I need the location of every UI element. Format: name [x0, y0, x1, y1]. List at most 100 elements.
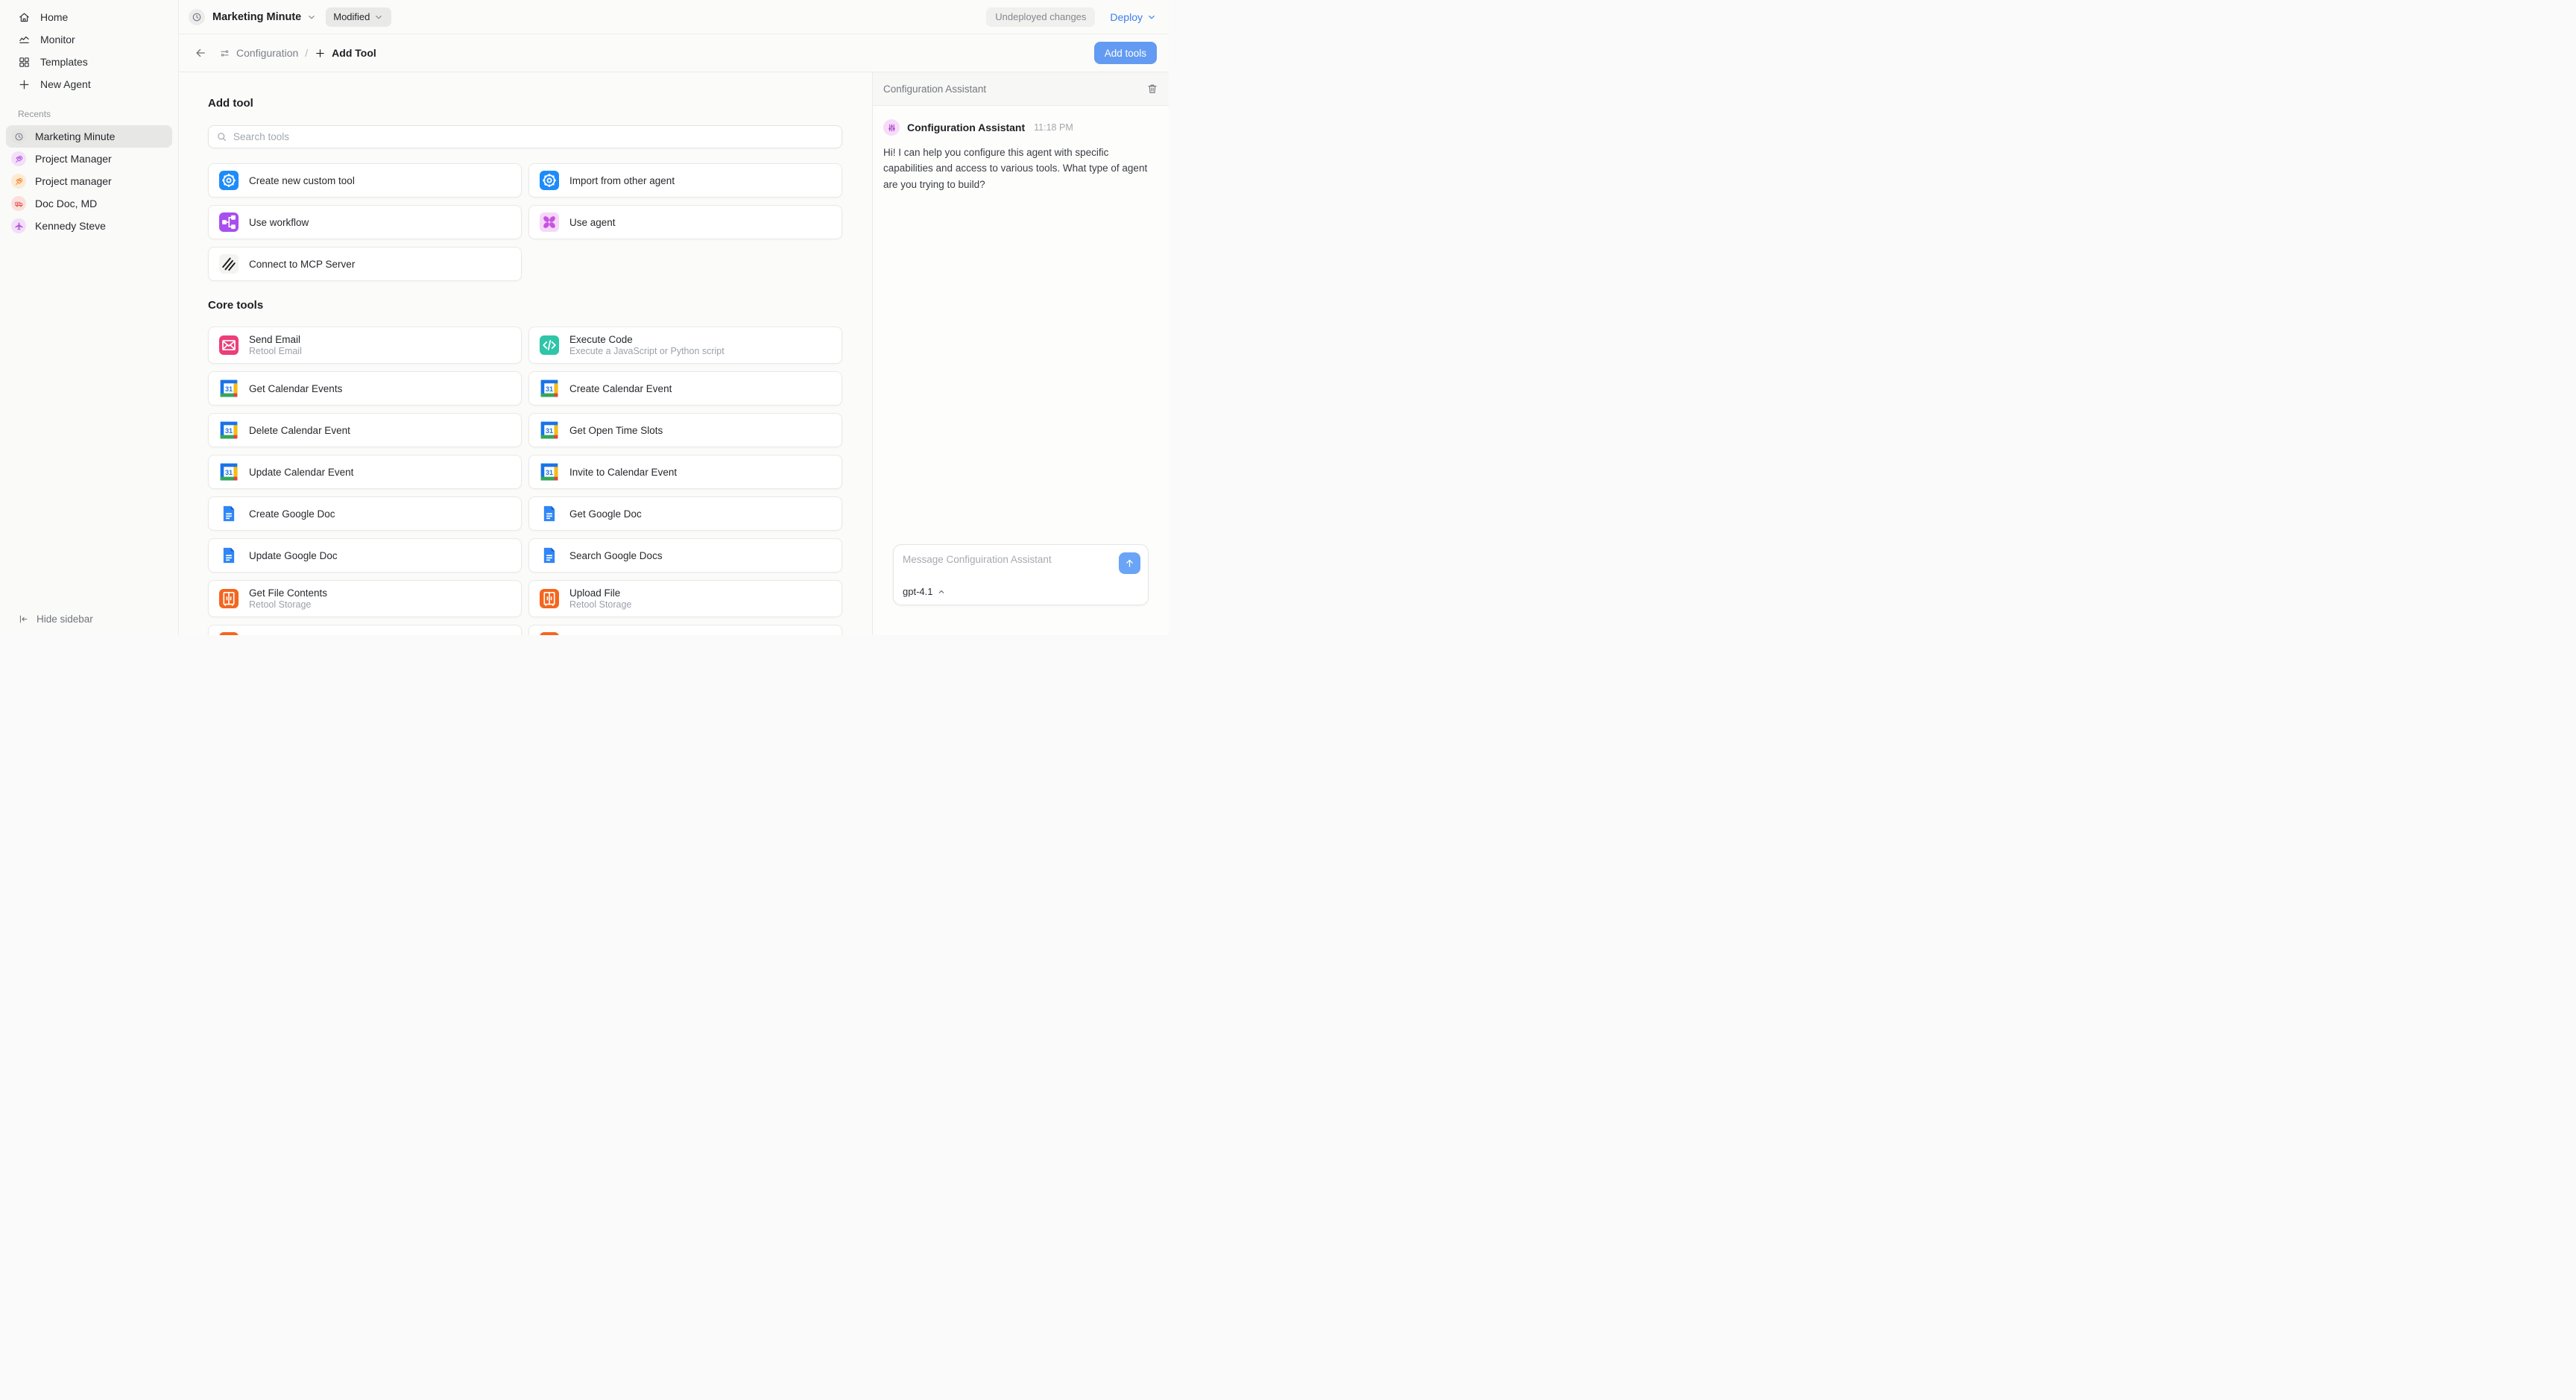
breadcrumb-configuration[interactable]: Configuration: [219, 47, 298, 59]
tool-card-update-calendar-event[interactable]: 31Update Calendar Event: [208, 455, 522, 489]
recent-item-label: Marketing Minute: [35, 130, 115, 142]
tool-card-title: Execute Code: [569, 334, 724, 345]
assistant-avatar: [883, 119, 900, 136]
tool-card-search-google-docs[interactable]: Search Google Docs: [528, 538, 842, 573]
assistant-message-time: 11:18 PM: [1034, 122, 1073, 133]
svg-text:31: 31: [225, 469, 233, 476]
sidebar-item-new-agent[interactable]: New Agent: [0, 73, 178, 95]
tool-card-title: Get Google Doc: [569, 508, 642, 520]
tool-card-get-file-metadata[interactable]: Get File Metadata: [208, 625, 522, 635]
recent-item-kennedy-steve[interactable]: Kennedy Steve: [6, 215, 172, 237]
model-selector[interactable]: gpt-4.1: [903, 586, 946, 597]
monitor-icon: [18, 34, 31, 46]
gdoc-icon: [219, 546, 239, 565]
tool-card-subtitle: Retool Storage: [569, 599, 631, 610]
sidebar-item-label: New Agent: [40, 78, 91, 90]
email-icon: [219, 335, 239, 355]
tool-card-rename-file[interactable]: Rename File: [528, 625, 842, 635]
tool-card-create-calendar-event[interactable]: 31Create Calendar Event: [528, 371, 842, 406]
tool-card-update-google-doc[interactable]: Update Google Doc: [208, 538, 522, 573]
body-row: Add tool Create new custom toolImport fr…: [179, 72, 1169, 635]
trash-icon[interactable]: [1146, 83, 1158, 95]
tool-card-send-email[interactable]: Send EmailRetool Email: [208, 327, 522, 364]
storage-icon: [219, 632, 239, 635]
back-button[interactable]: [194, 46, 207, 60]
deploy-button[interactable]: Deploy: [1110, 11, 1157, 23]
message-input[interactable]: [903, 554, 1119, 565]
sidebar-nav: Home Monitor Templates New Agent: [0, 6, 178, 95]
core-tools-grid: Send EmailRetool EmailExecute CodeExecut…: [208, 327, 842, 635]
add-options-grid: Create new custom toolImport from other …: [208, 163, 842, 281]
tool-card-get-calendar-events[interactable]: 31Get Calendar Events: [208, 371, 522, 406]
tool-card-use-agent[interactable]: Use agent: [528, 205, 842, 239]
arrow-up-icon: [1124, 558, 1135, 569]
plane-icon: [11, 218, 26, 233]
undeployed-changes-badge: Undeployed changes: [986, 7, 1095, 27]
sidebar-item-home[interactable]: Home: [0, 6, 178, 28]
tool-card-title: Get File Contents: [249, 587, 327, 599]
tool-card-execute-code[interactable]: Execute CodeExecute a JavaScript or Pyth…: [528, 327, 842, 364]
tool-card-invite-to-calendar-event[interactable]: 31Invite to Calendar Event: [528, 455, 842, 489]
top-bar: Marketing Minute Modified Undeployed cha…: [179, 0, 1169, 34]
recent-item-label: Project Manager: [35, 153, 112, 165]
sidebar-item-label: Home: [40, 11, 68, 23]
mcp-icon: [219, 254, 239, 274]
tool-card-upload-file[interactable]: Upload FileRetool Storage: [528, 580, 842, 617]
svg-text:31: 31: [225, 385, 233, 393]
add-tool-heading: Add tool: [208, 97, 842, 110]
add-tools-button[interactable]: Add tools: [1094, 42, 1157, 64]
hide-sidebar-button[interactable]: Hide sidebar: [18, 614, 93, 625]
tool-card-use-workflow[interactable]: Use workflow: [208, 205, 522, 239]
assistant-message-header: Configuration Assistant 11:18 PM: [883, 119, 1158, 136]
sidebar: Home Monitor Templates New Agent Recents Ma…: [0, 0, 179, 635]
sidebar-recents: Marketing Minute Project Manager Project m…: [0, 125, 178, 237]
tool-card-create-google-doc[interactable]: Create Google Doc: [208, 496, 522, 531]
deploy-label: Deploy: [1110, 11, 1143, 23]
recent-item-label: Kennedy Steve: [35, 220, 106, 232]
tool-card-title: Upload File: [569, 587, 631, 599]
recent-item-project-manager[interactable]: Project Manager: [6, 148, 172, 170]
status-chip-modified[interactable]: Modified: [326, 7, 391, 27]
model-label: gpt-4.1: [903, 586, 932, 597]
sidebar-item-monitor[interactable]: Monitor: [0, 28, 178, 51]
search-tools-input[interactable]: [233, 131, 834, 142]
sidebar-item-label: Templates: [40, 56, 88, 68]
clock-icon: [192, 12, 202, 22]
breadcrumb-separator: /: [305, 47, 308, 59]
gear-icon: [219, 171, 239, 190]
tool-card-import-from-other-agent[interactable]: Import from other agent: [528, 163, 842, 198]
rocket-icon: [11, 174, 26, 189]
agent-chevron-down-icon[interactable]: [306, 12, 317, 22]
send-button[interactable]: [1119, 552, 1140, 574]
deploy-chevron-down-icon: [1146, 12, 1157, 22]
assistant-panel-title: Configuration Assistant: [883, 83, 986, 95]
breadcrumb-configuration-label: Configuration: [236, 47, 298, 59]
sidebar-item-templates[interactable]: Templates: [0, 51, 178, 73]
recent-item-doc-doc-md[interactable]: Doc Doc, MD: [6, 192, 172, 215]
recents-label: Recents: [0, 109, 178, 119]
tool-card-title: Use agent: [569, 217, 616, 228]
agent-name[interactable]: Marketing Minute: [212, 11, 301, 23]
home-icon: [18, 11, 31, 24]
svg-text:31: 31: [225, 427, 233, 435]
app-window: Home Monitor Templates New Agent Recents Ma…: [0, 0, 1169, 635]
sliders-vertical-icon: [887, 123, 897, 133]
tool-card-connect-to-mcp-server[interactable]: Connect to MCP Server: [208, 247, 522, 281]
tool-card-title: Create Calendar Event: [569, 383, 672, 394]
tool-card-delete-calendar-event[interactable]: 31Delete Calendar Event: [208, 413, 522, 447]
plus-icon: [18, 78, 31, 91]
tool-card-get-open-time-slots[interactable]: 31Get Open Time Slots: [528, 413, 842, 447]
assistant-panel-header: Configuration Assistant: [873, 72, 1169, 106]
hide-sidebar-label: Hide sidebar: [37, 614, 93, 625]
gcal-icon: 31: [540, 420, 559, 440]
recent-item-marketing-minute[interactable]: Marketing Minute: [6, 125, 172, 148]
tool-card-get-google-doc[interactable]: Get Google Doc: [528, 496, 842, 531]
tool-card-get-file-contents[interactable]: Get File ContentsRetool Storage: [208, 580, 522, 617]
tool-card-create-new-custom-tool[interactable]: Create new custom tool: [208, 163, 522, 198]
breadcrumb-bar: Configuration / Add Tool Add tools: [179, 34, 1169, 72]
assistant-message-text: Hi! I can help you configure this agent …: [883, 145, 1158, 192]
storage-icon: [540, 632, 559, 635]
recent-item-project-manager[interactable]: Project manager: [6, 170, 172, 192]
tool-card-title: Invite to Calendar Event: [569, 467, 677, 478]
tool-card-subtitle: Retool Email: [249, 346, 302, 356]
